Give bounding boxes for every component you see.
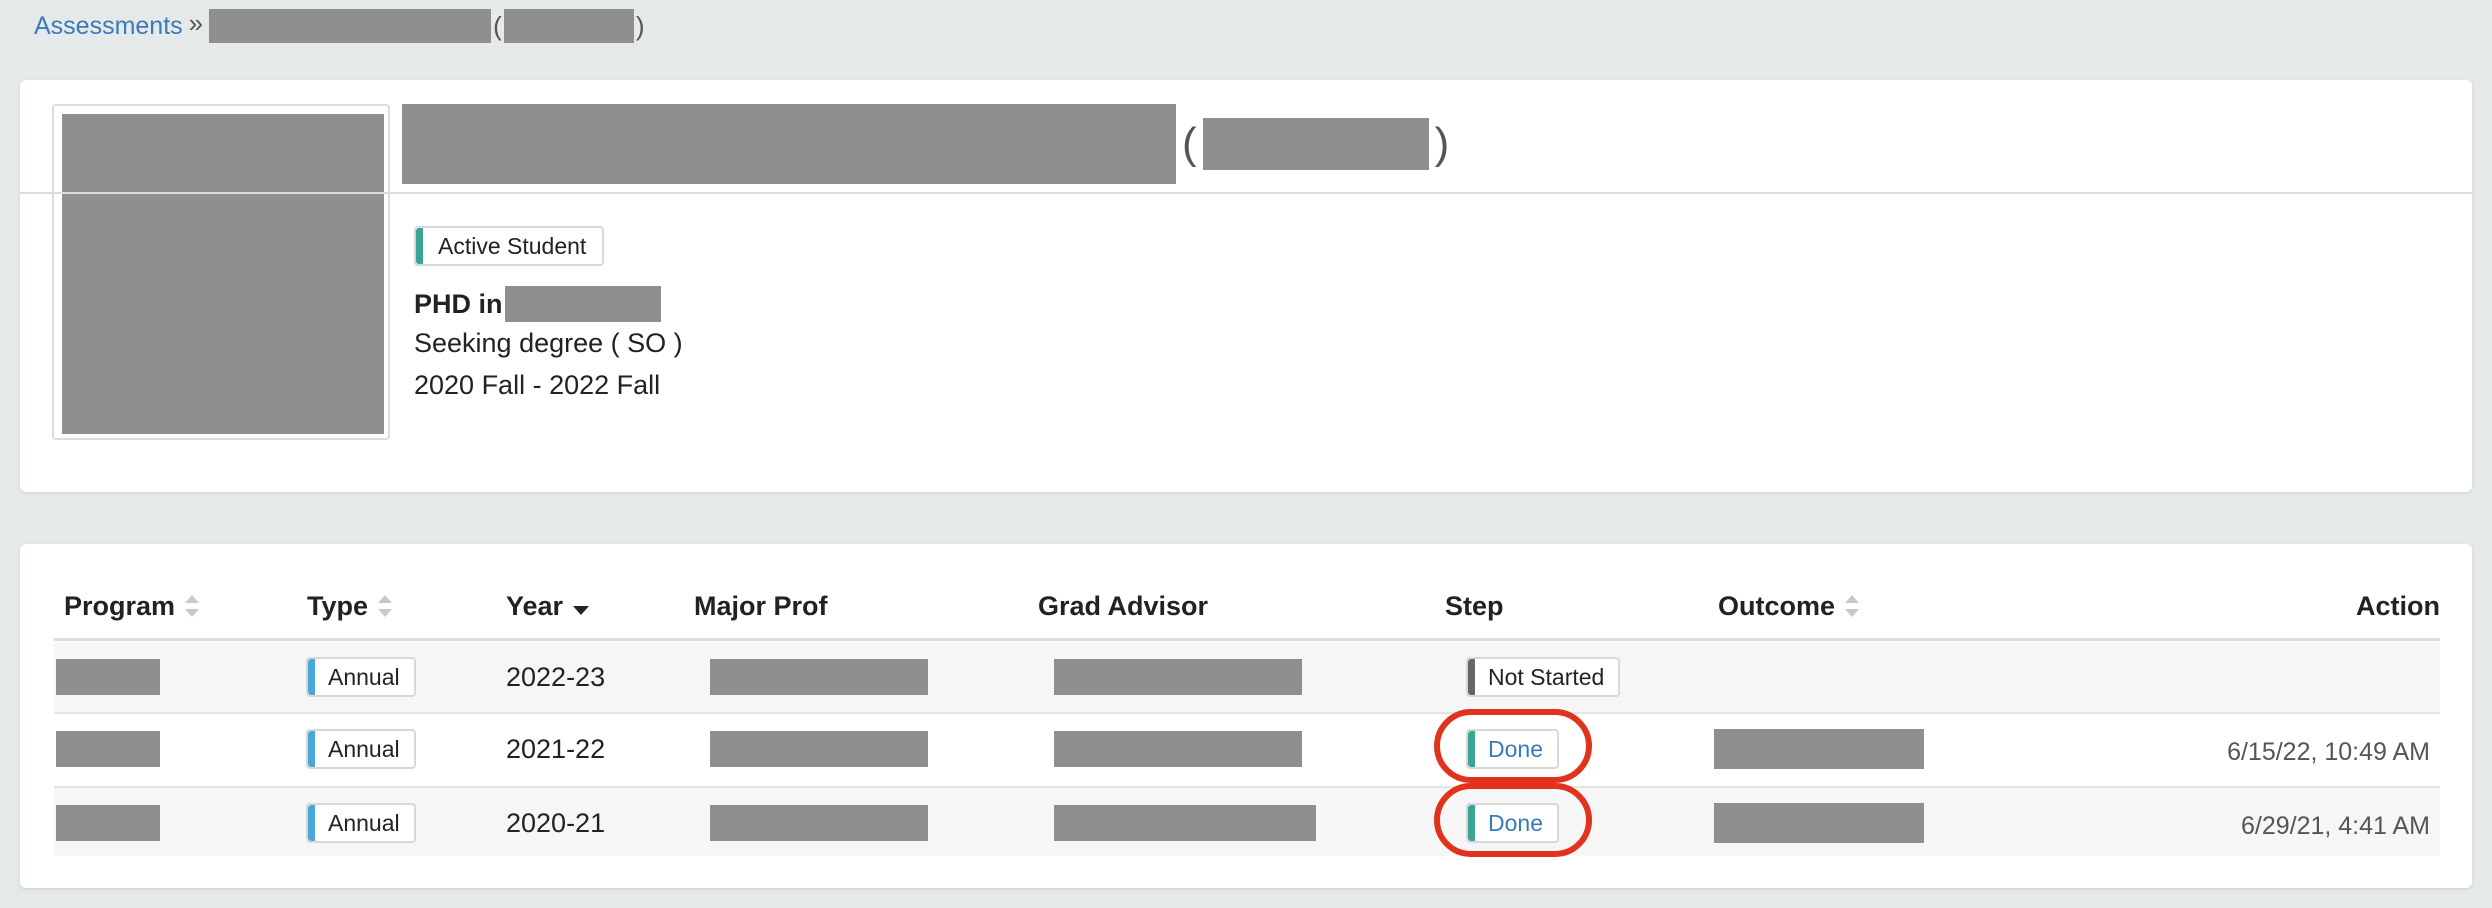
grad-advisor-cell — [1054, 642, 1302, 712]
type-tag: Annual — [306, 657, 416, 697]
action-timestamp: 6/29/21, 4:41 AM — [2240, 812, 2430, 840]
breadcrumb-open-paren: ( — [493, 10, 502, 41]
major-prof-cell — [710, 788, 928, 858]
column-header-year[interactable]: Year — [506, 586, 590, 626]
outcome-cell — [1714, 714, 1924, 784]
redacted-id — [1202, 118, 1429, 170]
major-prof-cell — [710, 642, 928, 712]
seeking-degree-text: Seeking degree ( SO ) — [414, 328, 683, 358]
year-cell: 2022-23 — [506, 661, 606, 692]
header-divider — [20, 192, 2472, 194]
major-prof-cell — [710, 714, 928, 784]
type-cell: Annual — [306, 714, 416, 784]
year-cell: 2021-22 — [506, 733, 606, 764]
grad-advisor-cell — [1054, 788, 1316, 858]
column-header-action: Action — [2356, 590, 2440, 621]
degree-line: PHD in — [414, 286, 661, 322]
column-header-program[interactable]: Program — [64, 586, 200, 626]
student-photo — [62, 114, 384, 434]
breadcrumb-close-paren: ) — [635, 10, 645, 41]
column-header-step: Step — [1445, 590, 1504, 621]
assessments-table: Program Type Year Major Prof Grad Adviso… — [20, 544, 2472, 888]
sort-icon — [185, 595, 200, 617]
degree-prefix: PHD in — [414, 288, 503, 319]
sort-icon — [378, 595, 393, 617]
table-row[interactable]: Annual 2022-23 Not Started — [54, 642, 2440, 712]
type-tag: Annual — [306, 729, 416, 769]
student-name-heading: ( ) — [402, 104, 1455, 184]
outcome-cell — [1714, 788, 1924, 858]
breadcrumb: Assessments » ( ) — [34, 6, 646, 46]
type-tag: Annual — [306, 803, 416, 843]
grad-advisor-cell — [1054, 714, 1302, 784]
name-close-paren: ) — [1434, 119, 1450, 168]
student-profile-card: ( ) Active Student PHD in Seeking degree… — [20, 80, 2472, 492]
redacted-student-name — [209, 9, 492, 43]
step-cell: Done — [1434, 709, 1592, 784]
type-cell: Annual — [306, 788, 416, 858]
table-row[interactable]: Annual 2020-21 Done 6/29/21, 4:41 AM — [54, 783, 2440, 858]
step-cell: Done — [1434, 783, 1592, 858]
redacted-student-id — [503, 9, 634, 43]
column-header-major-prof: Major Prof — [694, 590, 828, 621]
column-header-type[interactable]: Type — [307, 586, 393, 626]
student-photo-frame — [52, 104, 390, 440]
program-cell — [56, 788, 160, 858]
breadcrumb-assessments-link[interactable]: Assessments — [34, 12, 183, 41]
action-timestamp: 6/15/22, 10:49 AM — [2227, 738, 2430, 766]
name-open-paren: ( — [1182, 119, 1197, 168]
step-tag: Not Started — [1466, 657, 1621, 697]
program-cell — [56, 642, 160, 712]
term-range-text: 2020 Fall - 2022 Fall — [414, 370, 661, 400]
breadcrumb-separator: » — [188, 7, 204, 38]
sort-icon — [1845, 595, 1860, 617]
sort-descending-icon — [573, 605, 590, 615]
status-badge: Active Student — [414, 226, 605, 266]
column-header-grad-advisor: Grad Advisor — [1038, 590, 1209, 621]
column-header-outcome[interactable]: Outcome — [1718, 586, 1860, 626]
step-done-link[interactable]: Done — [1466, 729, 1559, 769]
header-divider — [54, 638, 2440, 641]
program-cell — [56, 714, 160, 784]
redacted-program — [504, 286, 661, 322]
step-done-link[interactable]: Done — [1466, 803, 1559, 843]
step-cell: Not Started — [1466, 642, 1621, 712]
redacted-full-name — [402, 104, 1176, 184]
table-row[interactable]: Annual 2021-22 Done 6/15/22, 10:49 AM — [54, 709, 2440, 784]
year-cell: 2020-21 — [506, 807, 606, 838]
type-cell: Annual — [306, 642, 416, 712]
